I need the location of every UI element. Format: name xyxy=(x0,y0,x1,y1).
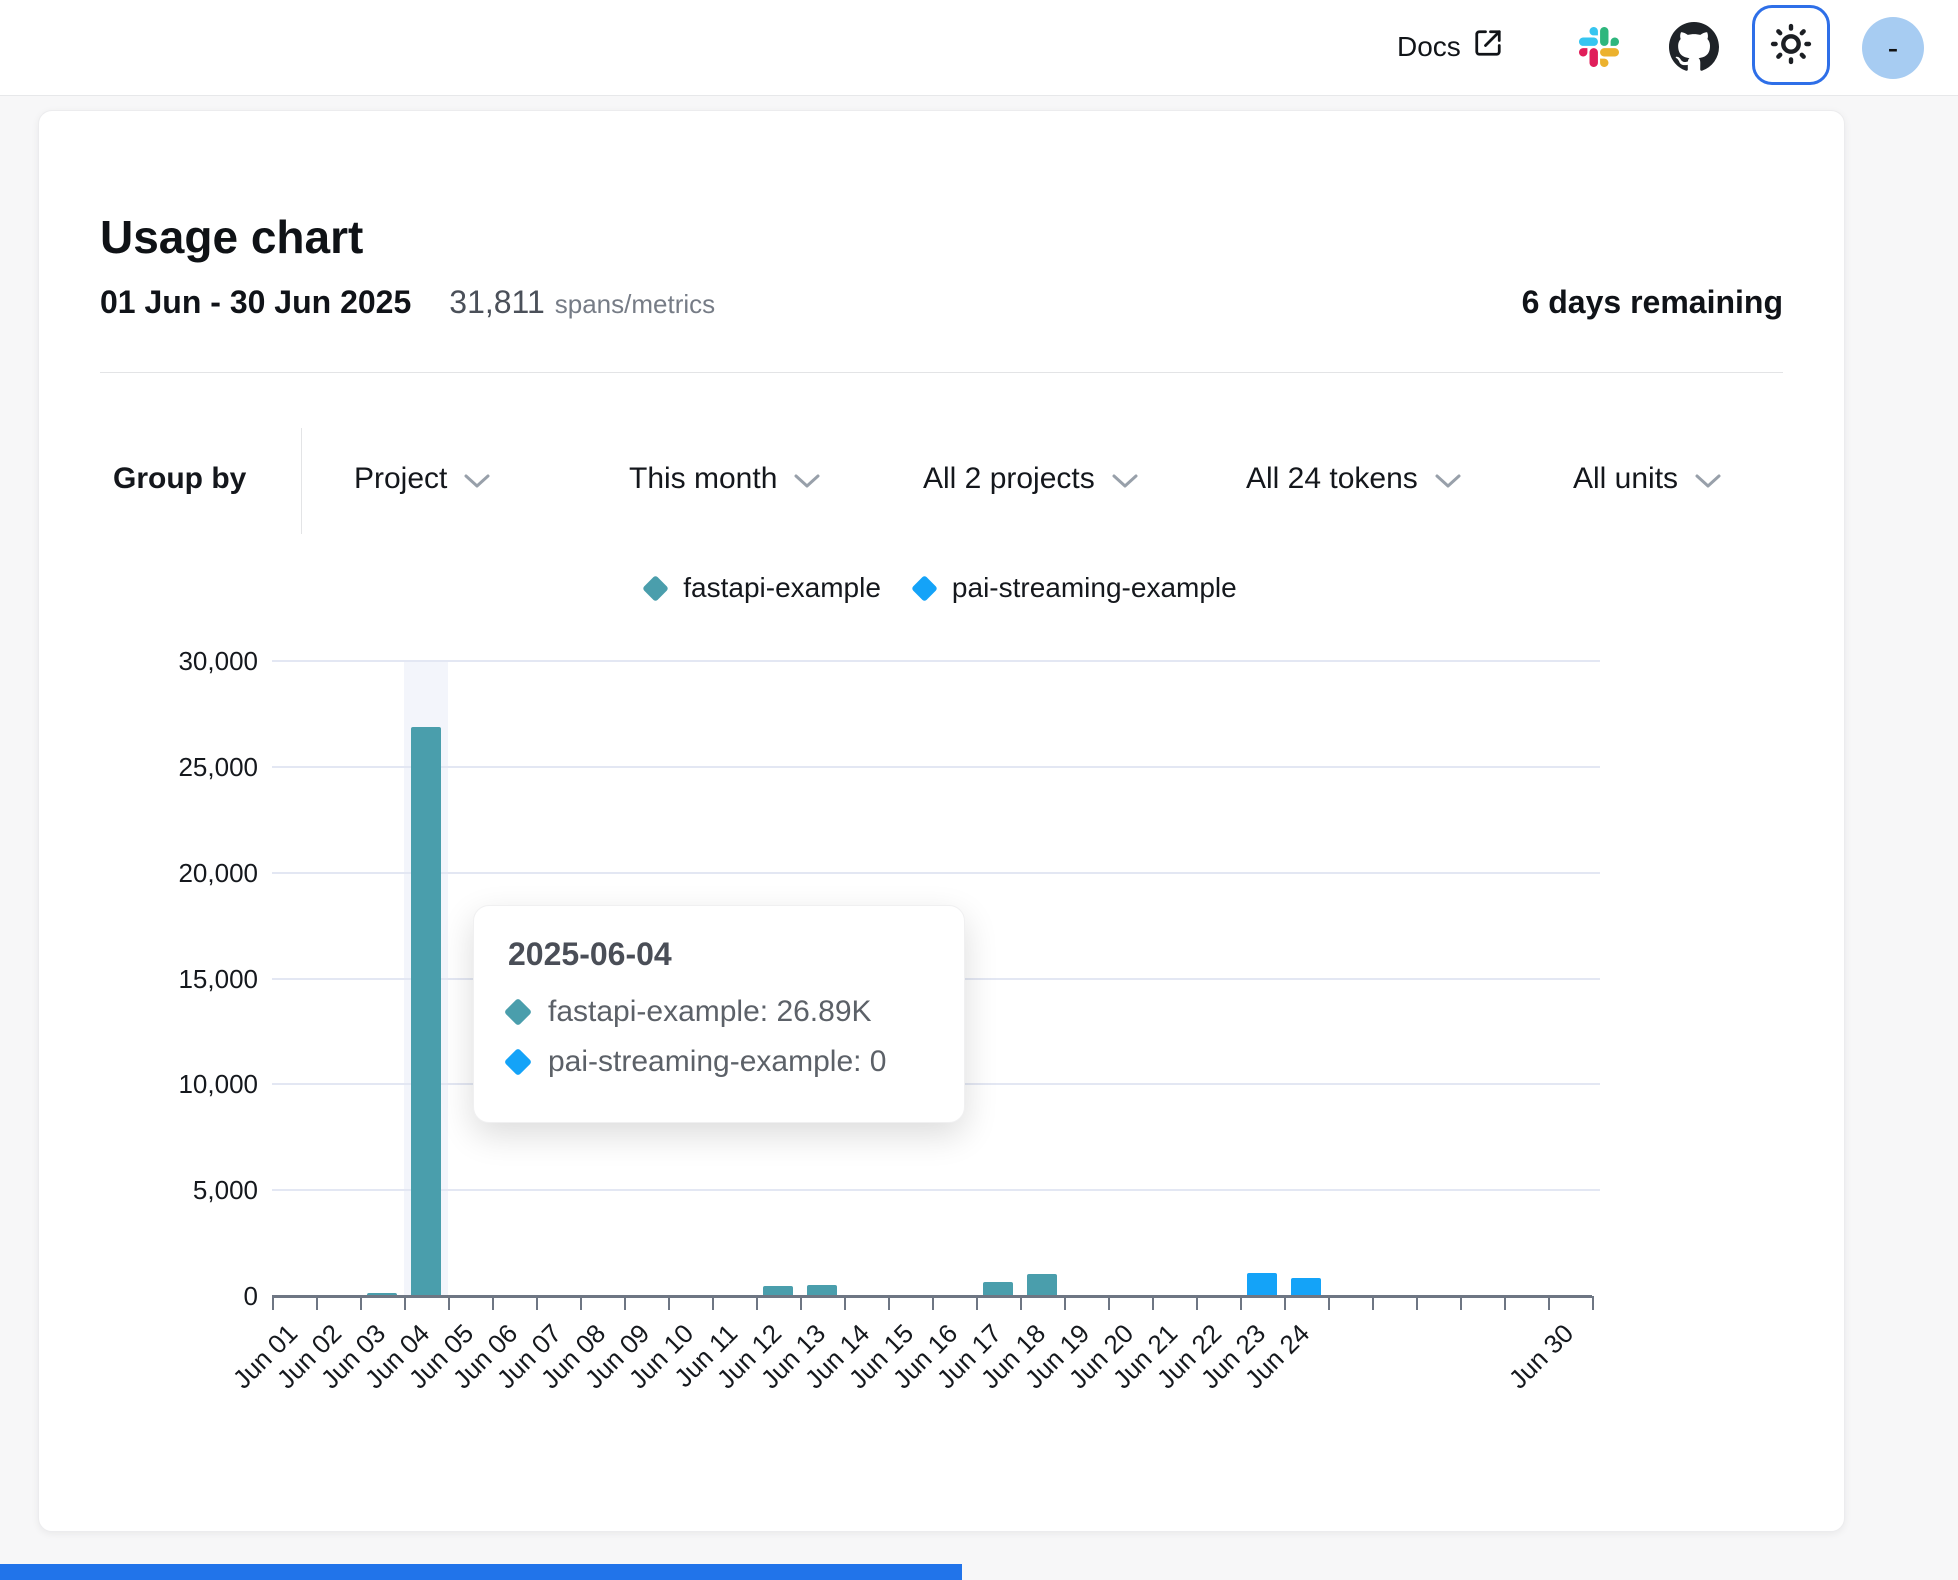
x-axis-tick xyxy=(712,1296,714,1310)
x-axis-tick xyxy=(1284,1296,1286,1310)
gridline xyxy=(272,766,1600,768)
x-axis-tick xyxy=(976,1296,978,1310)
bar-fastapi-example-Jun 17[interactable] xyxy=(983,1282,1013,1296)
bottom-blue-bar xyxy=(0,1564,962,1580)
x-axis-tick xyxy=(1240,1296,1242,1310)
x-axis-tick xyxy=(932,1296,934,1310)
x-axis-tick xyxy=(448,1296,450,1310)
tooltip-value: fastapi-example: 26.89K xyxy=(548,995,872,1029)
x-axis-tick xyxy=(624,1296,626,1310)
y-axis-tick-label: 5,000 xyxy=(138,1175,258,1206)
usage-bar-chart: 0 5,000 10,000 15,000 20,000 25,000 30,000 Jun … xyxy=(0,0,1958,1580)
x-axis-tick xyxy=(1372,1296,1374,1310)
x-axis-tick xyxy=(844,1296,846,1310)
gridline xyxy=(272,872,1600,874)
page: Docs xyxy=(0,0,1958,1580)
x-axis-tick xyxy=(1416,1296,1418,1310)
gridline xyxy=(272,660,1600,662)
bar-fastapi-example-Jun 04[interactable] xyxy=(411,727,441,1296)
y-axis-tick-label: 25,000 xyxy=(138,752,258,783)
x-axis-tick xyxy=(1504,1296,1506,1310)
x-axis-tick xyxy=(888,1296,890,1310)
bar-fastapi-example-Jun 18[interactable] xyxy=(1027,1274,1057,1296)
x-axis-tick xyxy=(1152,1296,1154,1310)
x-axis-tick xyxy=(1108,1296,1110,1310)
chart-tooltip: 2025-06-04 fastapi-example: 26.89K pai-st… xyxy=(473,905,965,1123)
x-axis-tick xyxy=(1064,1296,1066,1310)
x-axis-tick xyxy=(580,1296,582,1310)
tooltip-value: pai-streaming-example: 0 xyxy=(548,1045,886,1079)
x-axis-tick xyxy=(272,1296,274,1310)
bar-pai-streaming-example-Jun 23[interactable] xyxy=(1247,1273,1277,1296)
gridline xyxy=(272,1189,1600,1191)
tooltip-diamond-icon xyxy=(504,998,532,1026)
x-axis-tick xyxy=(360,1296,362,1310)
x-axis-tick xyxy=(1196,1296,1198,1310)
y-axis-tick-label: 30,000 xyxy=(138,646,258,677)
x-axis-tick xyxy=(668,1296,670,1310)
x-axis-tick xyxy=(800,1296,802,1310)
x-axis-tick xyxy=(404,1296,406,1310)
x-axis-tick xyxy=(536,1296,538,1310)
x-axis-tick xyxy=(316,1296,318,1310)
tooltip-date: 2025-06-04 xyxy=(508,936,930,973)
x-axis-tick xyxy=(756,1296,758,1310)
x-axis-tick xyxy=(492,1296,494,1310)
bar-pai-streaming-example-Jun 24[interactable] xyxy=(1291,1278,1321,1296)
x-axis-tick xyxy=(1548,1296,1550,1310)
y-axis-tick-label: 0 xyxy=(138,1281,258,1312)
y-axis-tick-label: 10,000 xyxy=(138,1069,258,1100)
tooltip-row: fastapi-example: 26.89K xyxy=(508,995,930,1029)
x-axis-tick xyxy=(1020,1296,1022,1310)
x-axis-tick xyxy=(1328,1296,1330,1310)
x-axis-tick xyxy=(1460,1296,1462,1310)
tooltip-diamond-icon xyxy=(504,1048,532,1076)
y-axis-tick-label: 15,000 xyxy=(138,964,258,995)
tooltip-row: pai-streaming-example: 0 xyxy=(508,1045,930,1079)
y-axis-tick-label: 20,000 xyxy=(138,858,258,889)
x-axis-tick-label: Jun 30 xyxy=(1503,1318,1580,1395)
x-axis-tick xyxy=(1592,1296,1594,1310)
